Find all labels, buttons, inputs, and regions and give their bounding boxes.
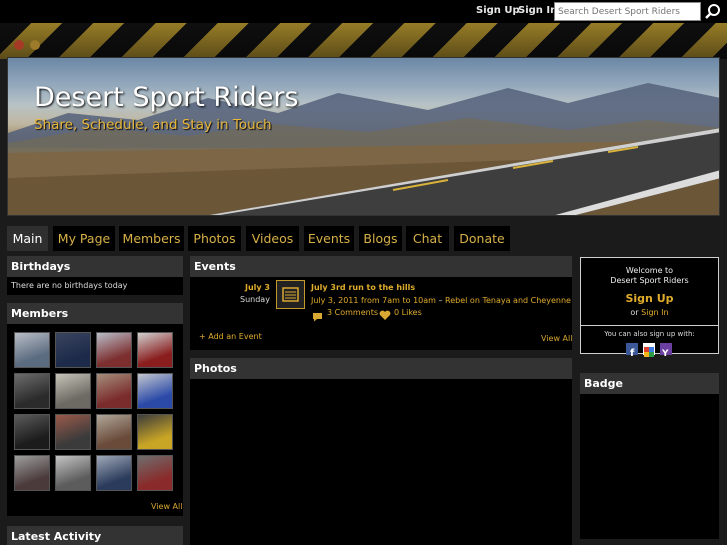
- event-day: Sunday: [240, 295, 270, 304]
- member-avatar[interactable]: [55, 414, 91, 450]
- facebook-icon[interactable]: f: [626, 343, 638, 359]
- tab-members[interactable]: Members: [119, 226, 184, 251]
- top-bar: Sign Up Sign In: [0, 0, 727, 23]
- welcome-box: Welcome to Desert Sport Riders Sign Up o…: [580, 257, 719, 359]
- svg-text:f: f: [630, 348, 635, 358]
- welcome-or-signin: or Sign In: [581, 308, 718, 317]
- member-avatar[interactable]: [55, 373, 91, 409]
- member-avatar[interactable]: [137, 414, 173, 450]
- event-when: July 3, 2011 from 7am to 10am: [311, 296, 436, 305]
- tab-blogs[interactable]: Blogs: [359, 226, 402, 251]
- welcome-line2: Desert Sport Riders: [610, 276, 689, 285]
- welcome-signup-link[interactable]: Sign Up: [581, 292, 718, 305]
- members-view-all-link[interactable]: View All: [151, 502, 182, 511]
- welcome-signin-link[interactable]: Sign In: [641, 308, 668, 317]
- latest-activity-heading: Latest Activity: [7, 526, 183, 545]
- events-heading: Events: [190, 256, 572, 277]
- red-dot-icon: [14, 40, 24, 50]
- event-details: July 3, 2011 from 7am to 10am – Rebel on…: [311, 296, 571, 305]
- heart-icon: [379, 306, 391, 325]
- header-stripes: [0, 23, 727, 59]
- birthdays-box: There are no birthdays today: [7, 277, 183, 295]
- members-heading: Members: [7, 303, 183, 324]
- comment-icon: [312, 307, 323, 326]
- member-avatar[interactable]: [137, 373, 173, 409]
- tab-my-page[interactable]: My Page: [53, 226, 115, 251]
- calendar-icon: [276, 280, 305, 309]
- tab-videos[interactable]: Videos: [246, 226, 299, 251]
- photos-box: [190, 379, 572, 545]
- tab-photos[interactable]: Photos: [188, 226, 241, 251]
- yahoo-icon[interactable]: Y: [660, 343, 672, 359]
- member-avatar[interactable]: [137, 332, 173, 368]
- member-avatar[interactable]: [137, 455, 173, 491]
- add-event-label: Add an Event: [208, 332, 262, 341]
- member-avatar[interactable]: [96, 414, 132, 450]
- tab-chat[interactable]: Chat: [406, 226, 449, 251]
- search-input[interactable]: [554, 2, 701, 21]
- tab-donate[interactable]: Donate: [454, 226, 510, 251]
- birthdays-heading: Birthdays: [7, 256, 183, 277]
- header-banner-image: [7, 57, 720, 216]
- member-avatar[interactable]: [14, 332, 50, 368]
- member-avatar[interactable]: [14, 455, 50, 491]
- badge-heading: Badge: [580, 373, 719, 394]
- site-title[interactable]: Desert Sport Riders: [34, 82, 299, 113]
- member-avatar[interactable]: [96, 332, 132, 368]
- event-separator: –: [435, 296, 446, 305]
- event-likes-link[interactable]: 0 Likes: [394, 308, 422, 317]
- birthdays-text: There are no birthdays today: [11, 281, 128, 290]
- top-signup-link[interactable]: Sign Up: [476, 5, 520, 16]
- svg-text:Y: Y: [661, 349, 669, 358]
- events-view-all-link[interactable]: View All: [541, 334, 572, 343]
- member-avatar[interactable]: [96, 455, 132, 491]
- plus-icon: +: [199, 332, 209, 341]
- event-title-link[interactable]: July 3rd run to the hills: [311, 283, 415, 292]
- tab-main[interactable]: Main: [7, 226, 48, 251]
- welcome-line1: Welcome to: [625, 266, 674, 275]
- member-avatar[interactable]: [55, 332, 91, 368]
- member-avatar[interactable]: [14, 414, 50, 450]
- member-avatar[interactable]: [55, 455, 91, 491]
- event-comments-link[interactable]: 3 Comments: [327, 308, 378, 317]
- welcome-also-text: You can also sign up with:: [604, 330, 695, 338]
- badge-box: [580, 394, 719, 539]
- member-avatar[interactable]: [96, 373, 132, 409]
- top-signin-link[interactable]: Sign In: [518, 5, 557, 16]
- search-icon[interactable]: [704, 3, 722, 20]
- welcome-divider: [581, 325, 718, 326]
- event-location-link[interactable]: Rebel on Tenaya and Cheyenne: [445, 296, 571, 305]
- photos-heading: Photos: [190, 358, 572, 379]
- google-icon[interactable]: [643, 343, 655, 357]
- site-tagline: Share, Schedule, and Stay in Touch: [34, 117, 272, 133]
- tab-events[interactable]: Events: [304, 226, 354, 251]
- event-date: July 3: [245, 283, 270, 292]
- amber-dot-icon: [30, 40, 40, 50]
- add-event-link[interactable]: + Add an Event: [199, 332, 262, 341]
- member-avatar[interactable]: [14, 373, 50, 409]
- welcome-or: or: [630, 308, 639, 317]
